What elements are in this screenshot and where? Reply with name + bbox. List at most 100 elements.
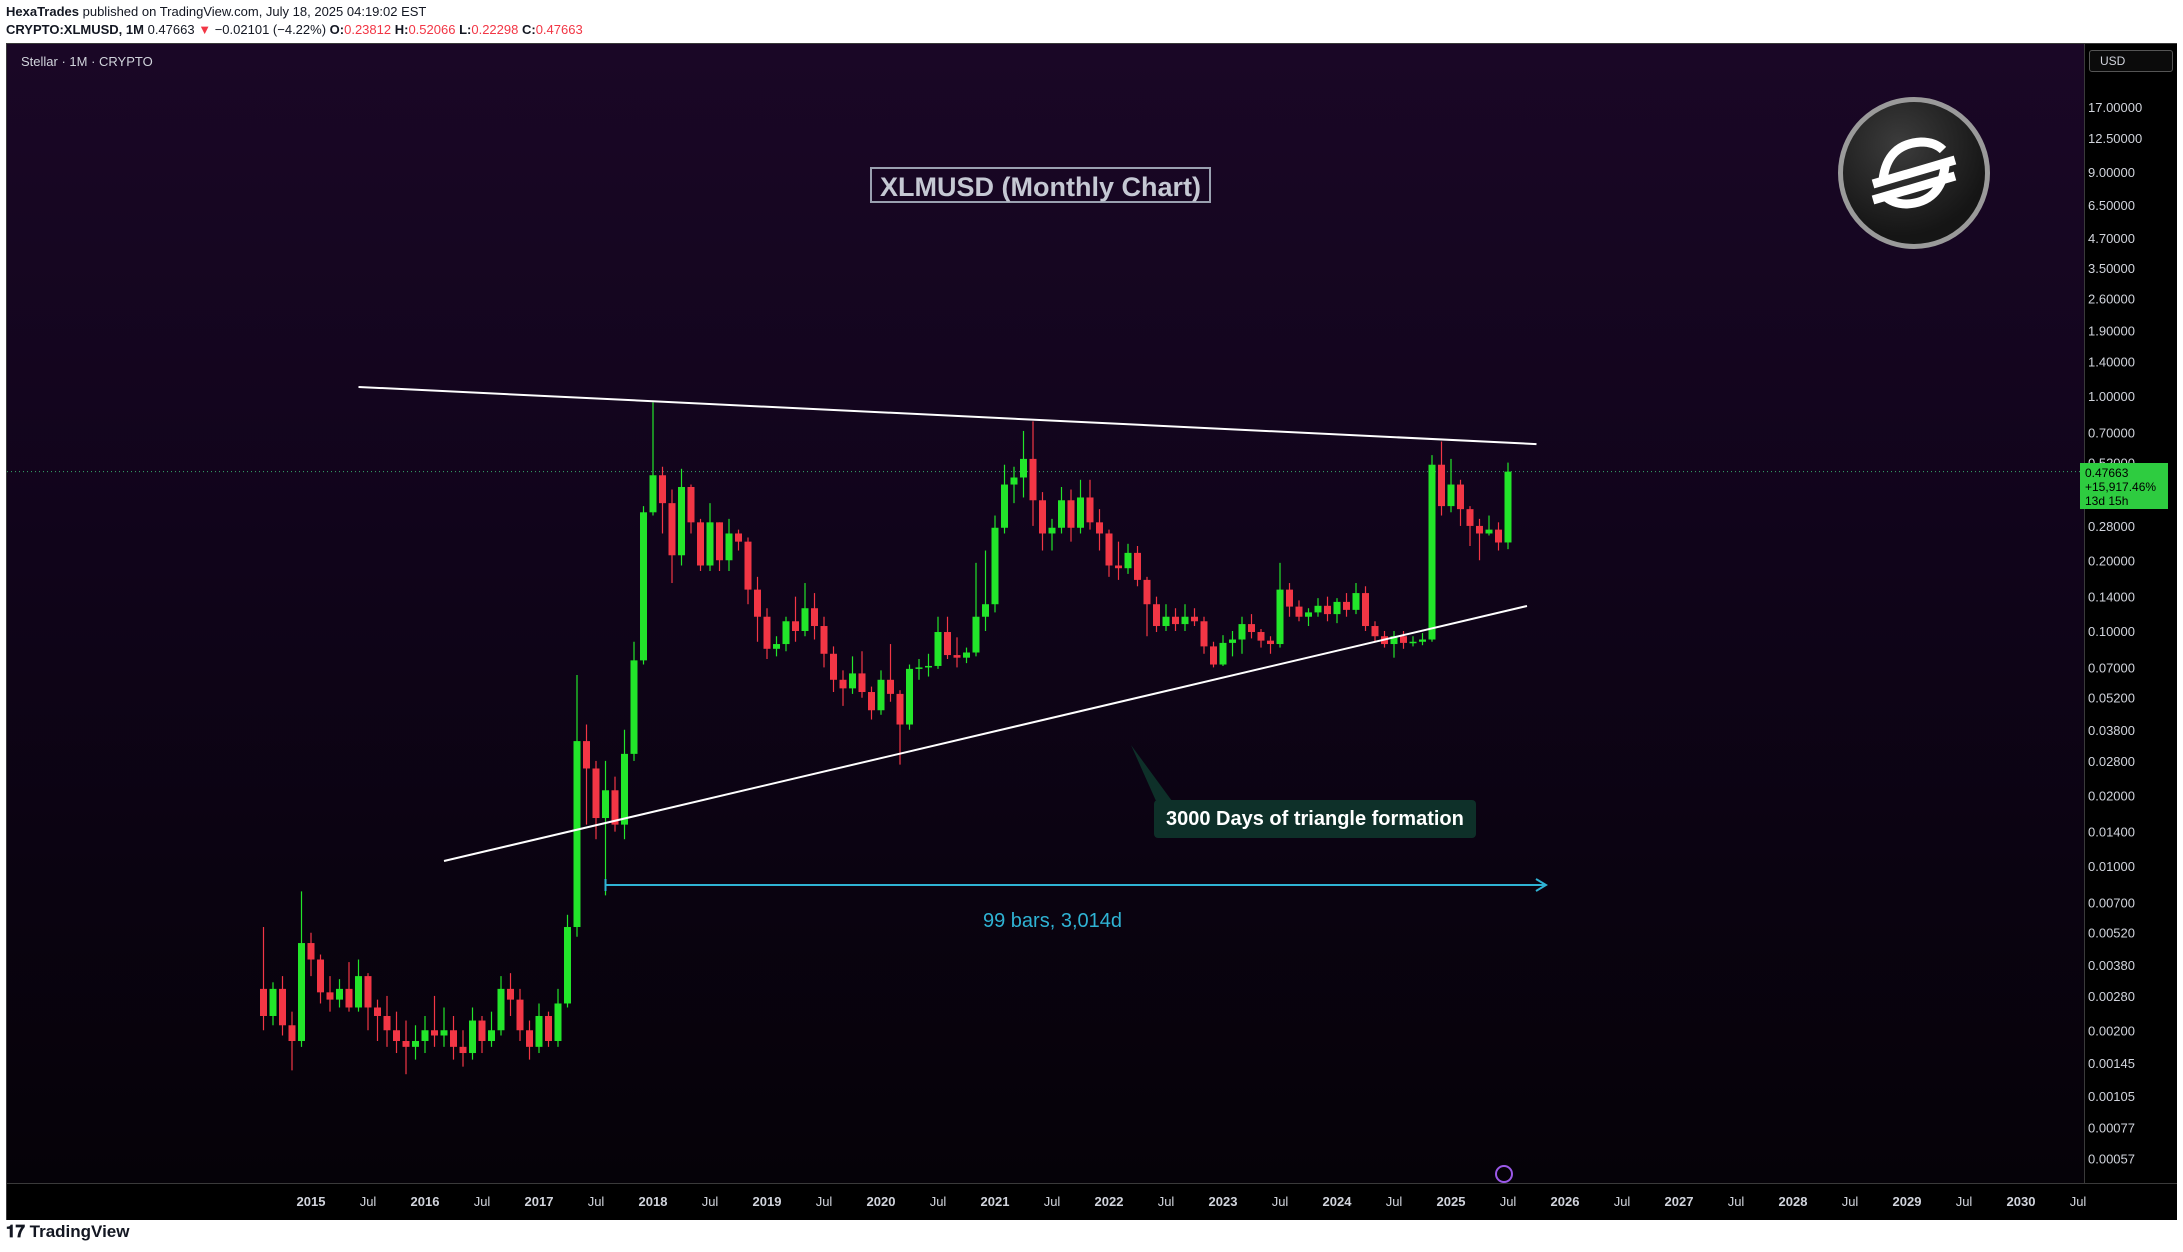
x-tick-label: 2026 — [1551, 1194, 1580, 1209]
candle-body — [440, 1030, 448, 1036]
x-tick-label: 2015 — [297, 1194, 326, 1209]
candle-body — [858, 673, 866, 693]
candle-body — [1181, 616, 1189, 625]
x-tick-label: 2028 — [1779, 1194, 1808, 1209]
candle-body — [820, 626, 828, 654]
candle-body — [516, 999, 524, 1031]
candle-body — [526, 1030, 533, 1047]
x-tick-label: Jul — [1728, 1194, 1745, 1209]
candle-body — [602, 790, 609, 819]
candle-body — [659, 475, 666, 504]
candle-body — [1153, 604, 1160, 627]
candle-body — [592, 768, 600, 819]
y-tick-label: 0.01000 — [2088, 859, 2135, 874]
candle-body — [1447, 484, 1455, 507]
candle-body — [963, 652, 970, 658]
candle-body — [345, 988, 353, 1008]
y-tick-label: 3.50000 — [2088, 261, 2135, 276]
candle-body — [1485, 529, 1493, 534]
x-tick-label: Jul — [1386, 1194, 1403, 1209]
y-tick-label: 1.00000 — [2088, 389, 2135, 404]
price-label-countdown: 13d 15h — [2085, 494, 2129, 508]
y-tick-label: 0.70000 — [2088, 425, 2135, 440]
candle-body — [317, 959, 324, 993]
candle-body — [393, 1030, 400, 1042]
y-tick-label: 6.50000 — [2088, 198, 2135, 213]
y-tick-label: 0.00280 — [2088, 989, 2135, 1004]
candle-body — [545, 1015, 552, 1042]
candle-body — [1333, 601, 1341, 615]
candle-body — [497, 988, 505, 1031]
date-range-label[interactable]: 99 bars, 3,014d — [983, 910, 1122, 933]
x-tick-label: 2018 — [639, 1194, 668, 1209]
candle-body — [697, 522, 704, 566]
x-tick-label: Jul — [702, 1194, 719, 1209]
triangle-callout[interactable]: 3000 Days of triangle formation — [1154, 800, 1476, 838]
candle-body — [906, 668, 913, 725]
tradingview-brand[interactable]: 𝟏𝟕 TradingView — [6, 1222, 129, 1242]
candle-body — [1343, 601, 1350, 610]
upper-trendline — [358, 385, 1537, 446]
x-tick-label: Jul — [1272, 1194, 1289, 1209]
candle-body — [839, 679, 847, 689]
candle-body — [326, 992, 334, 1000]
candle-body — [887, 679, 894, 694]
x-tick-label: Jul — [474, 1194, 491, 1209]
x-tick-label: Jul — [930, 1194, 947, 1209]
x-tick-label: 2019 — [753, 1194, 782, 1209]
candle-body — [1105, 533, 1113, 566]
x-tick-label: Jul — [360, 1194, 377, 1209]
x-tick-label: 2021 — [981, 1194, 1010, 1209]
y-tick-label: 0.14000 — [2088, 590, 2135, 605]
chart-title-box[interactable]: XLMUSD (Monthly Chart) — [870, 167, 1211, 203]
x-tick-label: 2022 — [1095, 1194, 1124, 1209]
y-tick-label: 0.00057 — [2088, 1151, 2135, 1166]
y-tick-label: 0.00520 — [2088, 926, 2135, 941]
candle-body — [801, 608, 809, 631]
candle-body — [507, 988, 514, 1000]
candle-body — [1267, 640, 1274, 645]
candle-body — [421, 1030, 429, 1042]
candle-body — [1143, 579, 1151, 605]
candle-body — [1010, 477, 1018, 485]
candle-body — [1371, 626, 1379, 637]
x-tick-label: 2024 — [1323, 1194, 1353, 1209]
candle-body — [1248, 624, 1255, 633]
candle-body — [716, 522, 723, 561]
candle-body — [1466, 509, 1474, 526]
candle-body — [450, 1030, 457, 1047]
candle-body — [706, 522, 714, 566]
x-tick-label: 2017 — [525, 1194, 554, 1209]
candle-body — [573, 741, 581, 928]
candle-body — [336, 988, 343, 1000]
x-tick-label: Jul — [1614, 1194, 1631, 1209]
candle-body — [1324, 605, 1331, 615]
last-price-label: 0.47663 +15,917.46% 13d 15h — [2080, 463, 2168, 509]
candle-body — [1504, 471, 1512, 543]
candle-body — [564, 927, 571, 1004]
candle-body — [1067, 500, 1075, 528]
candle-body — [915, 667, 923, 669]
brand-label: TradingView — [29, 1222, 130, 1241]
candle-body — [1400, 636, 1407, 643]
y-tick-label: 0.03800 — [2088, 723, 2135, 738]
candle-body — [754, 589, 761, 617]
candle-body — [868, 692, 875, 711]
candle-body — [1229, 639, 1236, 643]
candle-body — [687, 486, 695, 523]
candle-body — [402, 1041, 410, 1047]
x-tick-label: Jul — [588, 1194, 605, 1209]
x-tick-label: 2016 — [411, 1194, 440, 1209]
x-tick-label: Jul — [1044, 1194, 1061, 1209]
y-tick-label: 0.00200 — [2088, 1023, 2135, 1038]
candle-body — [374, 1007, 381, 1016]
candle-body — [1029, 458, 1037, 501]
x-tick-label: 2027 — [1665, 1194, 1694, 1209]
candle-body — [488, 1030, 495, 1042]
candle-body — [478, 1020, 486, 1042]
y-tick-label: 0.00145 — [2088, 1056, 2135, 1071]
y-tick-label: 2.60000 — [2088, 291, 2135, 306]
y-tick-label: 0.05200 — [2088, 691, 2135, 706]
candle-body — [1077, 497, 1084, 528]
candle-body — [1124, 552, 1132, 569]
